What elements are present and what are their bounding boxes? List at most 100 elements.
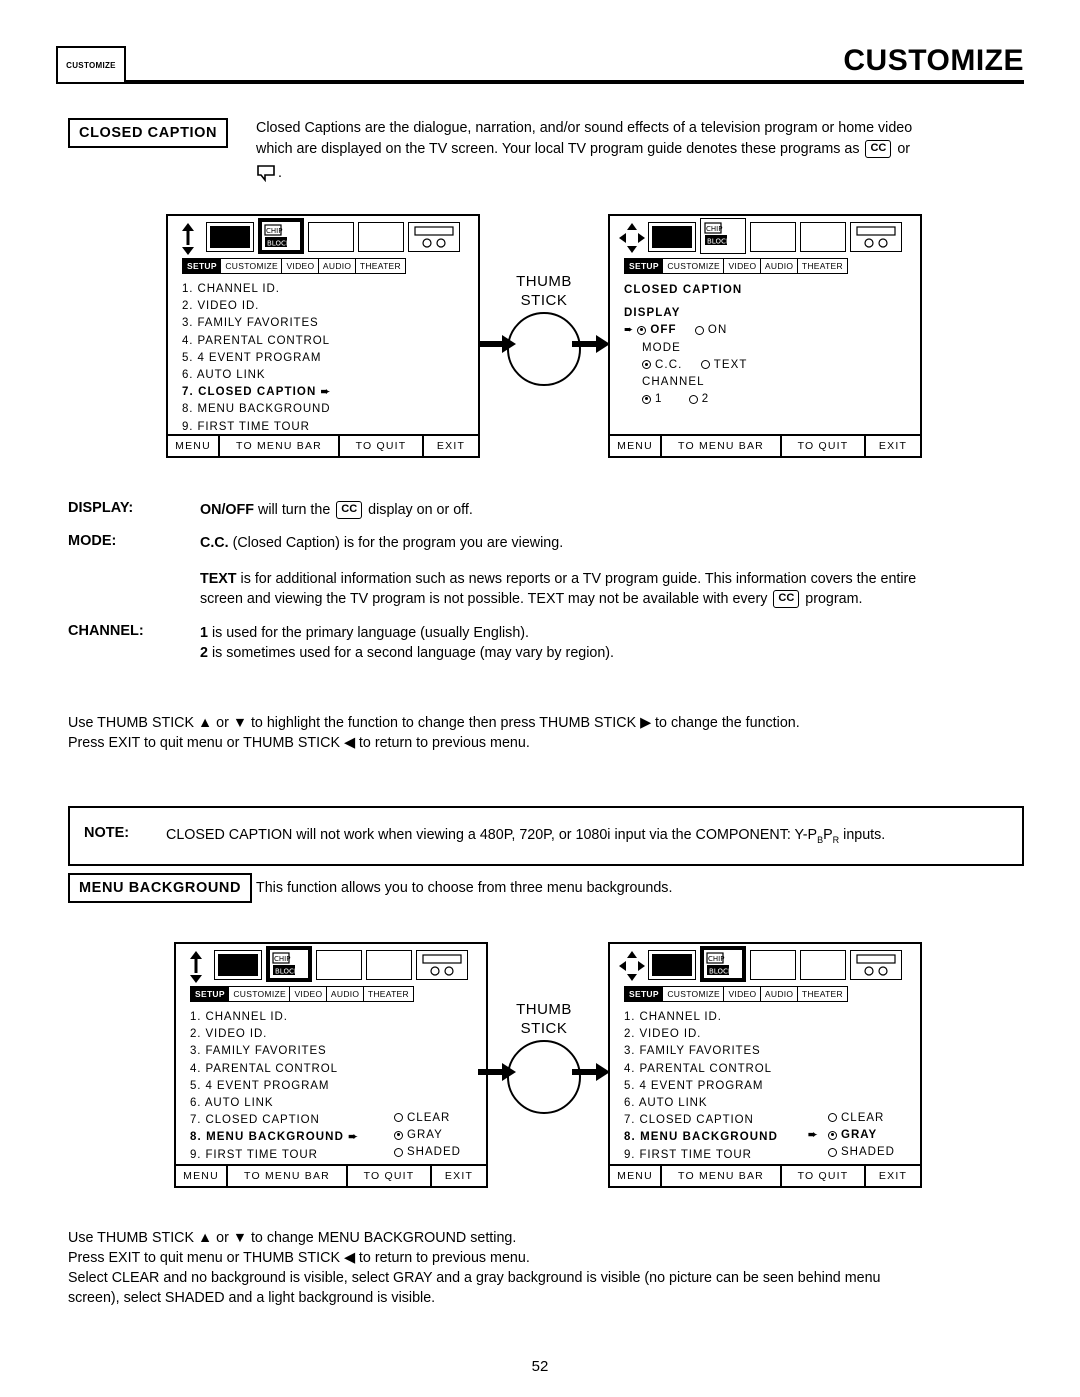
- radio-shaded[interactable]: [828, 1147, 837, 1157]
- option-gray[interactable]: GRAY: [394, 1127, 461, 1144]
- list-item[interactable]: 4. PARENTAL CONTROL: [624, 1061, 920, 1078]
- footer-to-menu-bar[interactable]: TO MENU BAR: [662, 1166, 782, 1186]
- list-item[interactable]: 1. CHANNEL ID.: [190, 1009, 486, 1026]
- channel-line1-rest: is used for the primary language (usuall…: [211, 625, 530, 641]
- option-clear[interactable]: CLEAR: [828, 1110, 895, 1127]
- option-shaded[interactable]: SHADED: [828, 1144, 895, 1161]
- footer-to-menu-bar[interactable]: TO MENU BAR: [662, 436, 782, 456]
- option-cc-label: C.C.: [655, 358, 683, 371]
- tab-theater[interactable]: THEATER: [362, 986, 414, 1002]
- note-label: NOTE:: [84, 825, 130, 841]
- tab-customize[interactable]: CUSTOMIZE: [662, 258, 725, 274]
- tab-customize[interactable]: CUSTOMIZE: [662, 986, 725, 1002]
- list-item[interactable]: 1. CHANNEL ID.: [624, 1009, 920, 1026]
- radio-off[interactable]: [637, 325, 647, 335]
- option-clear-label: CLEAR: [407, 1112, 451, 1124]
- theater-icon: [408, 222, 460, 252]
- channel-num-1: 1: [200, 625, 208, 641]
- tab-audio[interactable]: AUDIO: [317, 258, 357, 274]
- list-item[interactable]: 2. VIDEO ID.: [182, 298, 478, 315]
- right-pointer-icon: ➨: [320, 386, 331, 399]
- radio-on[interactable]: [694, 325, 704, 335]
- list-item[interactable]: 5. 4 EVENT PROGRAM: [182, 350, 478, 367]
- list-item[interactable]: 8. MENU BACKGROUND: [182, 401, 478, 418]
- definition-text-display: ON/OFF will turn the CC display on or of…: [200, 500, 473, 520]
- footer-menu[interactable]: MENU: [168, 436, 220, 456]
- list-item[interactable]: 4. PARENTAL CONTROL: [190, 1061, 486, 1078]
- radio-clear[interactable]: [828, 1113, 837, 1123]
- footer-exit[interactable]: EXIT: [866, 436, 920, 456]
- usage1-line2: Press EXIT to quit menu or THUMB STICK ◀…: [68, 735, 530, 751]
- list-item[interactable]: 5. 4 EVENT PROGRAM: [624, 1078, 920, 1095]
- option-gray-selected[interactable]: ➨ GRAY: [808, 1127, 895, 1144]
- list-item[interactable]: 3. FAMILY FAVORITES: [182, 315, 478, 332]
- footer-to-menu-bar[interactable]: TO MENU BAR: [220, 436, 340, 456]
- tab-setup[interactable]: SETUP: [190, 986, 230, 1002]
- tab-theater[interactable]: THEATER: [354, 258, 406, 274]
- tab-video[interactable]: VIDEO: [289, 986, 328, 1002]
- footer-menu[interactable]: MENU: [176, 1166, 228, 1186]
- list-item[interactable]: 2. VIDEO ID.: [624, 1026, 920, 1043]
- radio-ch2[interactable]: [688, 394, 698, 404]
- radio-shaded[interactable]: [394, 1147, 403, 1157]
- option-gray-label: GRAY: [841, 1129, 878, 1142]
- footer-menu[interactable]: MENU: [610, 436, 662, 456]
- video-icon: [308, 222, 354, 252]
- list-item[interactable]: 3. FAMILY FAVORITES: [190, 1043, 486, 1060]
- tab-customize[interactable]: CUSTOMIZE: [228, 986, 291, 1002]
- tab-customize[interactable]: CUSTOMIZE: [220, 258, 283, 274]
- text-para-line2-b: program.: [805, 591, 863, 607]
- channel-line2: 2 is sometimes used for a second languag…: [200, 643, 614, 663]
- tab-theater[interactable]: THEATER: [796, 986, 848, 1002]
- option-clear-label: CLEAR: [841, 1112, 885, 1124]
- footer-to-quit[interactable]: TO QUIT: [340, 436, 424, 456]
- tab-video[interactable]: VIDEO: [723, 258, 762, 274]
- tab-audio[interactable]: AUDIO: [325, 986, 365, 1002]
- footer-to-quit[interactable]: TO QUIT: [782, 436, 866, 456]
- cc-para-line3-period: .: [278, 165, 282, 181]
- tab-video[interactable]: VIDEO: [281, 258, 320, 274]
- option-shaded[interactable]: SHADED: [394, 1144, 461, 1161]
- tab-video[interactable]: VIDEO: [723, 986, 762, 1002]
- list-item[interactable]: 1. CHANNEL ID.: [182, 281, 478, 298]
- header-rule: [56, 80, 1024, 84]
- footer-to-quit[interactable]: TO QUIT: [348, 1166, 432, 1186]
- audio-icon: [800, 222, 846, 252]
- group-label-display: DISPLAY: [624, 307, 681, 320]
- option-clear[interactable]: CLEAR: [394, 1110, 461, 1127]
- footer-exit[interactable]: EXIT: [424, 436, 478, 456]
- tab-theater[interactable]: THEATER: [796, 258, 848, 274]
- tab-audio[interactable]: AUDIO: [759, 986, 799, 1002]
- screen2-iconbar: CHIP BLOCK SETUP CUSTOMIZE VIDEO AUDIO T…: [610, 216, 920, 274]
- tab-setup[interactable]: SETUP: [624, 986, 664, 1002]
- footer-exit[interactable]: EXIT: [432, 1166, 486, 1186]
- list-item-selected[interactable]: 7. CLOSED CAPTION ➨: [182, 384, 478, 401]
- radio-gray[interactable]: [828, 1130, 837, 1140]
- screen4-options: CLEAR ➨ GRAY SHADED: [808, 1110, 895, 1162]
- radio-text[interactable]: [700, 360, 710, 370]
- list-item[interactable]: 3. FAMILY FAVORITES: [624, 1043, 920, 1060]
- tab-setup[interactable]: SETUP: [624, 258, 664, 274]
- footer-exit[interactable]: EXIT: [866, 1166, 920, 1186]
- footer-to-quit[interactable]: TO QUIT: [782, 1166, 866, 1186]
- thumbstick-label-2: STICK: [520, 292, 568, 309]
- list-item[interactable]: 4. PARENTAL CONTROL: [182, 333, 478, 350]
- tab-audio[interactable]: AUDIO: [759, 258, 799, 274]
- screen3-iconbar: CHIP BLOCK SETUP CUSTOMIZE VIDEO AUDIO T…: [176, 944, 486, 1002]
- footer-to-menu-bar[interactable]: TO MENU BAR: [228, 1166, 348, 1186]
- footer-menu[interactable]: MENU: [610, 1166, 662, 1186]
- definition-mode-cc: C.C.: [200, 535, 229, 551]
- radio-cc[interactable]: [642, 360, 651, 370]
- list-item[interactable]: 6. AUTO LINK: [182, 367, 478, 384]
- list-item[interactable]: 5. 4 EVENT PROGRAM: [190, 1078, 486, 1095]
- radio-ch1[interactable]: [642, 394, 651, 404]
- tv-screen-icon: [214, 950, 262, 980]
- option-gray-label: GRAY: [407, 1129, 443, 1142]
- svg-text:CHIP: CHIP: [708, 955, 724, 963]
- screen3-footer: MENU TO MENU BAR TO QUIT EXIT: [176, 1164, 486, 1186]
- radio-clear[interactable]: [394, 1113, 403, 1123]
- list-item[interactable]: 2. VIDEO ID.: [190, 1026, 486, 1043]
- radio-gray[interactable]: [394, 1130, 403, 1140]
- tab-setup[interactable]: SETUP: [182, 258, 222, 274]
- option-shaded-label: SHADED: [841, 1146, 895, 1159]
